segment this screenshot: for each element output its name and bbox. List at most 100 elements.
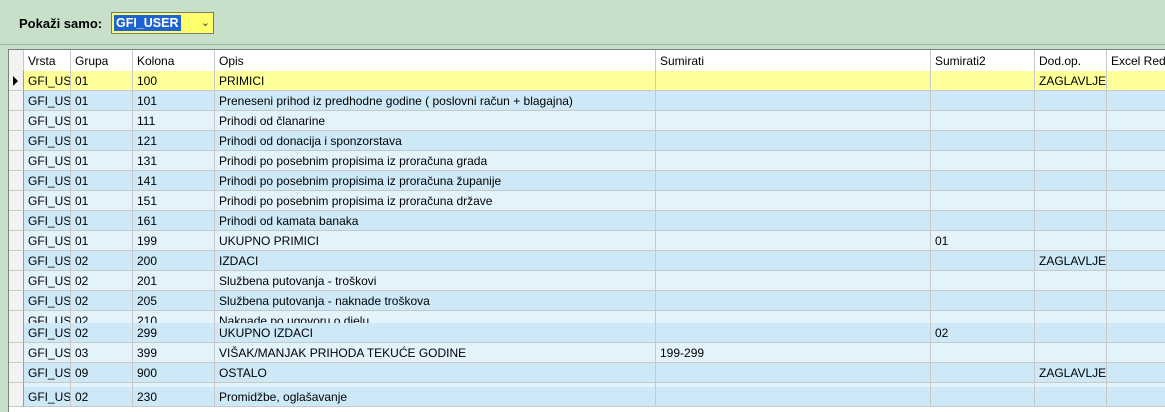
cell-dod-op[interactable] (1035, 231, 1107, 251)
cell-kolona[interactable]: 161 (133, 211, 215, 231)
cell-sumirati[interactable] (656, 211, 931, 231)
cell-sumirati[interactable] (656, 131, 931, 151)
row-indicator[interactable] (9, 271, 24, 291)
cell-vrsta[interactable]: GFI_US (24, 251, 71, 271)
cell-dod-op[interactable] (1035, 131, 1107, 151)
cell-kolona[interactable]: 900 (133, 363, 215, 383)
cell-excel-red[interactable] (1107, 387, 1165, 407)
cell-opis[interactable]: Preneseni prihod iz predhodne godine ( p… (215, 91, 656, 111)
row-indicator[interactable] (9, 231, 24, 251)
cell-dod-op[interactable] (1035, 291, 1107, 311)
cell-grupa[interactable]: 01 (71, 71, 133, 91)
cell-kolona[interactable]: 205 (133, 291, 215, 311)
cell-sumirati2[interactable] (931, 251, 1035, 271)
table-row[interactable]: GFI_US 01 199 UKUPNO PRIMICI 01 (9, 231, 1165, 251)
cell-sumirati2[interactable] (931, 191, 1035, 211)
cell-sumirati[interactable] (656, 171, 931, 191)
cell-grupa[interactable]: 01 (71, 131, 133, 151)
column-header-sumirati[interactable]: Sumirati (656, 50, 931, 71)
cell-vrsta[interactable]: GFI_US (24, 91, 71, 111)
cell-vrsta[interactable]: GFI_US (24, 71, 71, 91)
table-row[interactable]: GFI_US 01 151 Prihodi po posebnim propisima… (9, 191, 1165, 211)
cell-grupa[interactable]: 09 (71, 363, 133, 383)
row-indicator[interactable] (9, 151, 24, 171)
cell-sumirati[interactable]: 199-299 (656, 343, 931, 363)
cell-opis[interactable]: Prihodi od kamata banaka (215, 211, 656, 231)
cell-sumirati2[interactable] (931, 91, 1035, 111)
cell-vrsta[interactable]: GFI_US (24, 131, 71, 151)
row-indicator[interactable] (9, 191, 24, 211)
cell-vrsta[interactable]: GFI_US (24, 111, 71, 131)
cell-dod-op[interactable] (1035, 171, 1107, 191)
row-indicator[interactable] (9, 211, 24, 231)
cell-vrsta[interactable]: GFI_US (24, 231, 71, 251)
cell-excel-red[interactable] (1107, 343, 1165, 363)
cell-sumirati[interactable] (656, 191, 931, 211)
table-row[interactable]: GFI_US 01 131 Prihodi po posebnim propisima… (9, 151, 1165, 171)
cell-sumirati[interactable] (656, 291, 931, 311)
cell-dod-op[interactable] (1035, 151, 1107, 171)
cell-grupa[interactable]: 02 (71, 271, 133, 291)
cell-kolona[interactable]: 199 (133, 231, 215, 251)
row-indicator[interactable] (9, 251, 24, 271)
cell-opis[interactable]: VIŠAK/MANJAK PRIHODA TEKUĆE GODINE (215, 343, 656, 363)
cell-opis[interactable]: PRIMICI (215, 71, 656, 91)
row-indicator[interactable] (9, 171, 24, 191)
cell-vrsta[interactable]: GFI_US (24, 191, 71, 211)
cell-vrsta[interactable]: GFI_US (24, 171, 71, 191)
cell-vrsta[interactable]: GFI_US (24, 151, 71, 171)
cell-kolona[interactable]: 131 (133, 151, 215, 171)
cell-opis[interactable]: Prihodi po posebnim propisima iz proraču… (215, 171, 656, 191)
chevron-down-icon[interactable]: ⌄ (201, 16, 210, 30)
cell-sumirati2[interactable] (931, 71, 1035, 91)
table-row-selected[interactable]: GFI_US 01 100 PRIMICI ZAGLAVLJE (9, 71, 1165, 91)
cell-vrsta[interactable]: GFI_US (24, 211, 71, 231)
cell-sumirati[interactable] (656, 387, 931, 407)
cell-grupa[interactable]: 01 (71, 151, 133, 171)
cell-sumirati[interactable] (656, 323, 931, 343)
cell-vrsta[interactable]: GFI_US (24, 291, 71, 311)
cell-dod-op[interactable] (1035, 191, 1107, 211)
row-indicator[interactable] (9, 131, 24, 151)
cell-kolona[interactable]: 100 (133, 71, 215, 91)
cell-kolona[interactable]: 111 (133, 111, 215, 131)
cell-grupa[interactable]: 02 (71, 323, 133, 343)
cell-sumirati2[interactable] (931, 387, 1035, 407)
cell-kolona[interactable]: 201 (133, 271, 215, 291)
cell-dod-op[interactable] (1035, 111, 1107, 131)
cell-sumirati[interactable] (656, 271, 931, 291)
column-header-excel-red[interactable]: Excel Red (1107, 50, 1165, 71)
cell-excel-red[interactable] (1107, 211, 1165, 231)
cell-sumirati2[interactable] (931, 171, 1035, 191)
cell-opis[interactable]: Prihodi po posebnim propisima iz proraču… (215, 151, 656, 171)
cell-grupa[interactable]: 01 (71, 91, 133, 111)
cell-dod-op[interactable] (1035, 211, 1107, 231)
cell-sumirati2[interactable]: 02 (931, 323, 1035, 343)
cell-sumirati2[interactable] (931, 363, 1035, 383)
cell-dod-op[interactable] (1035, 91, 1107, 111)
column-header-dod-op[interactable]: Dod.op. (1035, 50, 1107, 71)
cell-dod-op[interactable] (1035, 323, 1107, 343)
cell-sumirati[interactable] (656, 91, 931, 111)
column-header-sumirati2[interactable]: Sumirati2 (931, 50, 1035, 71)
table-row[interactable]: GFI_US 01 141 Prihodi po posebnim propisima… (9, 171, 1165, 191)
cell-opis[interactable]: Prihodi po posebnim propisima iz proraču… (215, 191, 656, 211)
row-indicator[interactable] (9, 71, 24, 91)
cell-excel-red[interactable] (1107, 271, 1165, 291)
cell-sumirati2[interactable] (931, 271, 1035, 291)
cell-grupa[interactable]: 02 (71, 291, 133, 311)
cell-sumirati2[interactable] (931, 343, 1035, 363)
table-row[interactable]: GFI_US 02 230 Promidžbe, oglašavanje (9, 387, 1165, 407)
cell-opis[interactable]: Prihodi od donacija i sponzorstava (215, 131, 656, 151)
cell-sumirati[interactable] (656, 363, 931, 383)
cell-excel-red[interactable] (1107, 291, 1165, 311)
cell-sumirati[interactable] (656, 151, 931, 171)
cell-grupa[interactable]: 02 (71, 387, 133, 407)
table-row[interactable]: GFI_US 01 121 Prihodi od donacija i sponzor… (9, 131, 1165, 151)
row-indicator[interactable] (9, 363, 24, 383)
row-indicator[interactable] (9, 323, 24, 343)
cell-excel-red[interactable] (1107, 151, 1165, 171)
column-header-kolona[interactable]: Kolona (133, 50, 215, 71)
row-indicator[interactable] (9, 91, 24, 111)
cell-vrsta[interactable]: GFI_US (24, 323, 71, 343)
